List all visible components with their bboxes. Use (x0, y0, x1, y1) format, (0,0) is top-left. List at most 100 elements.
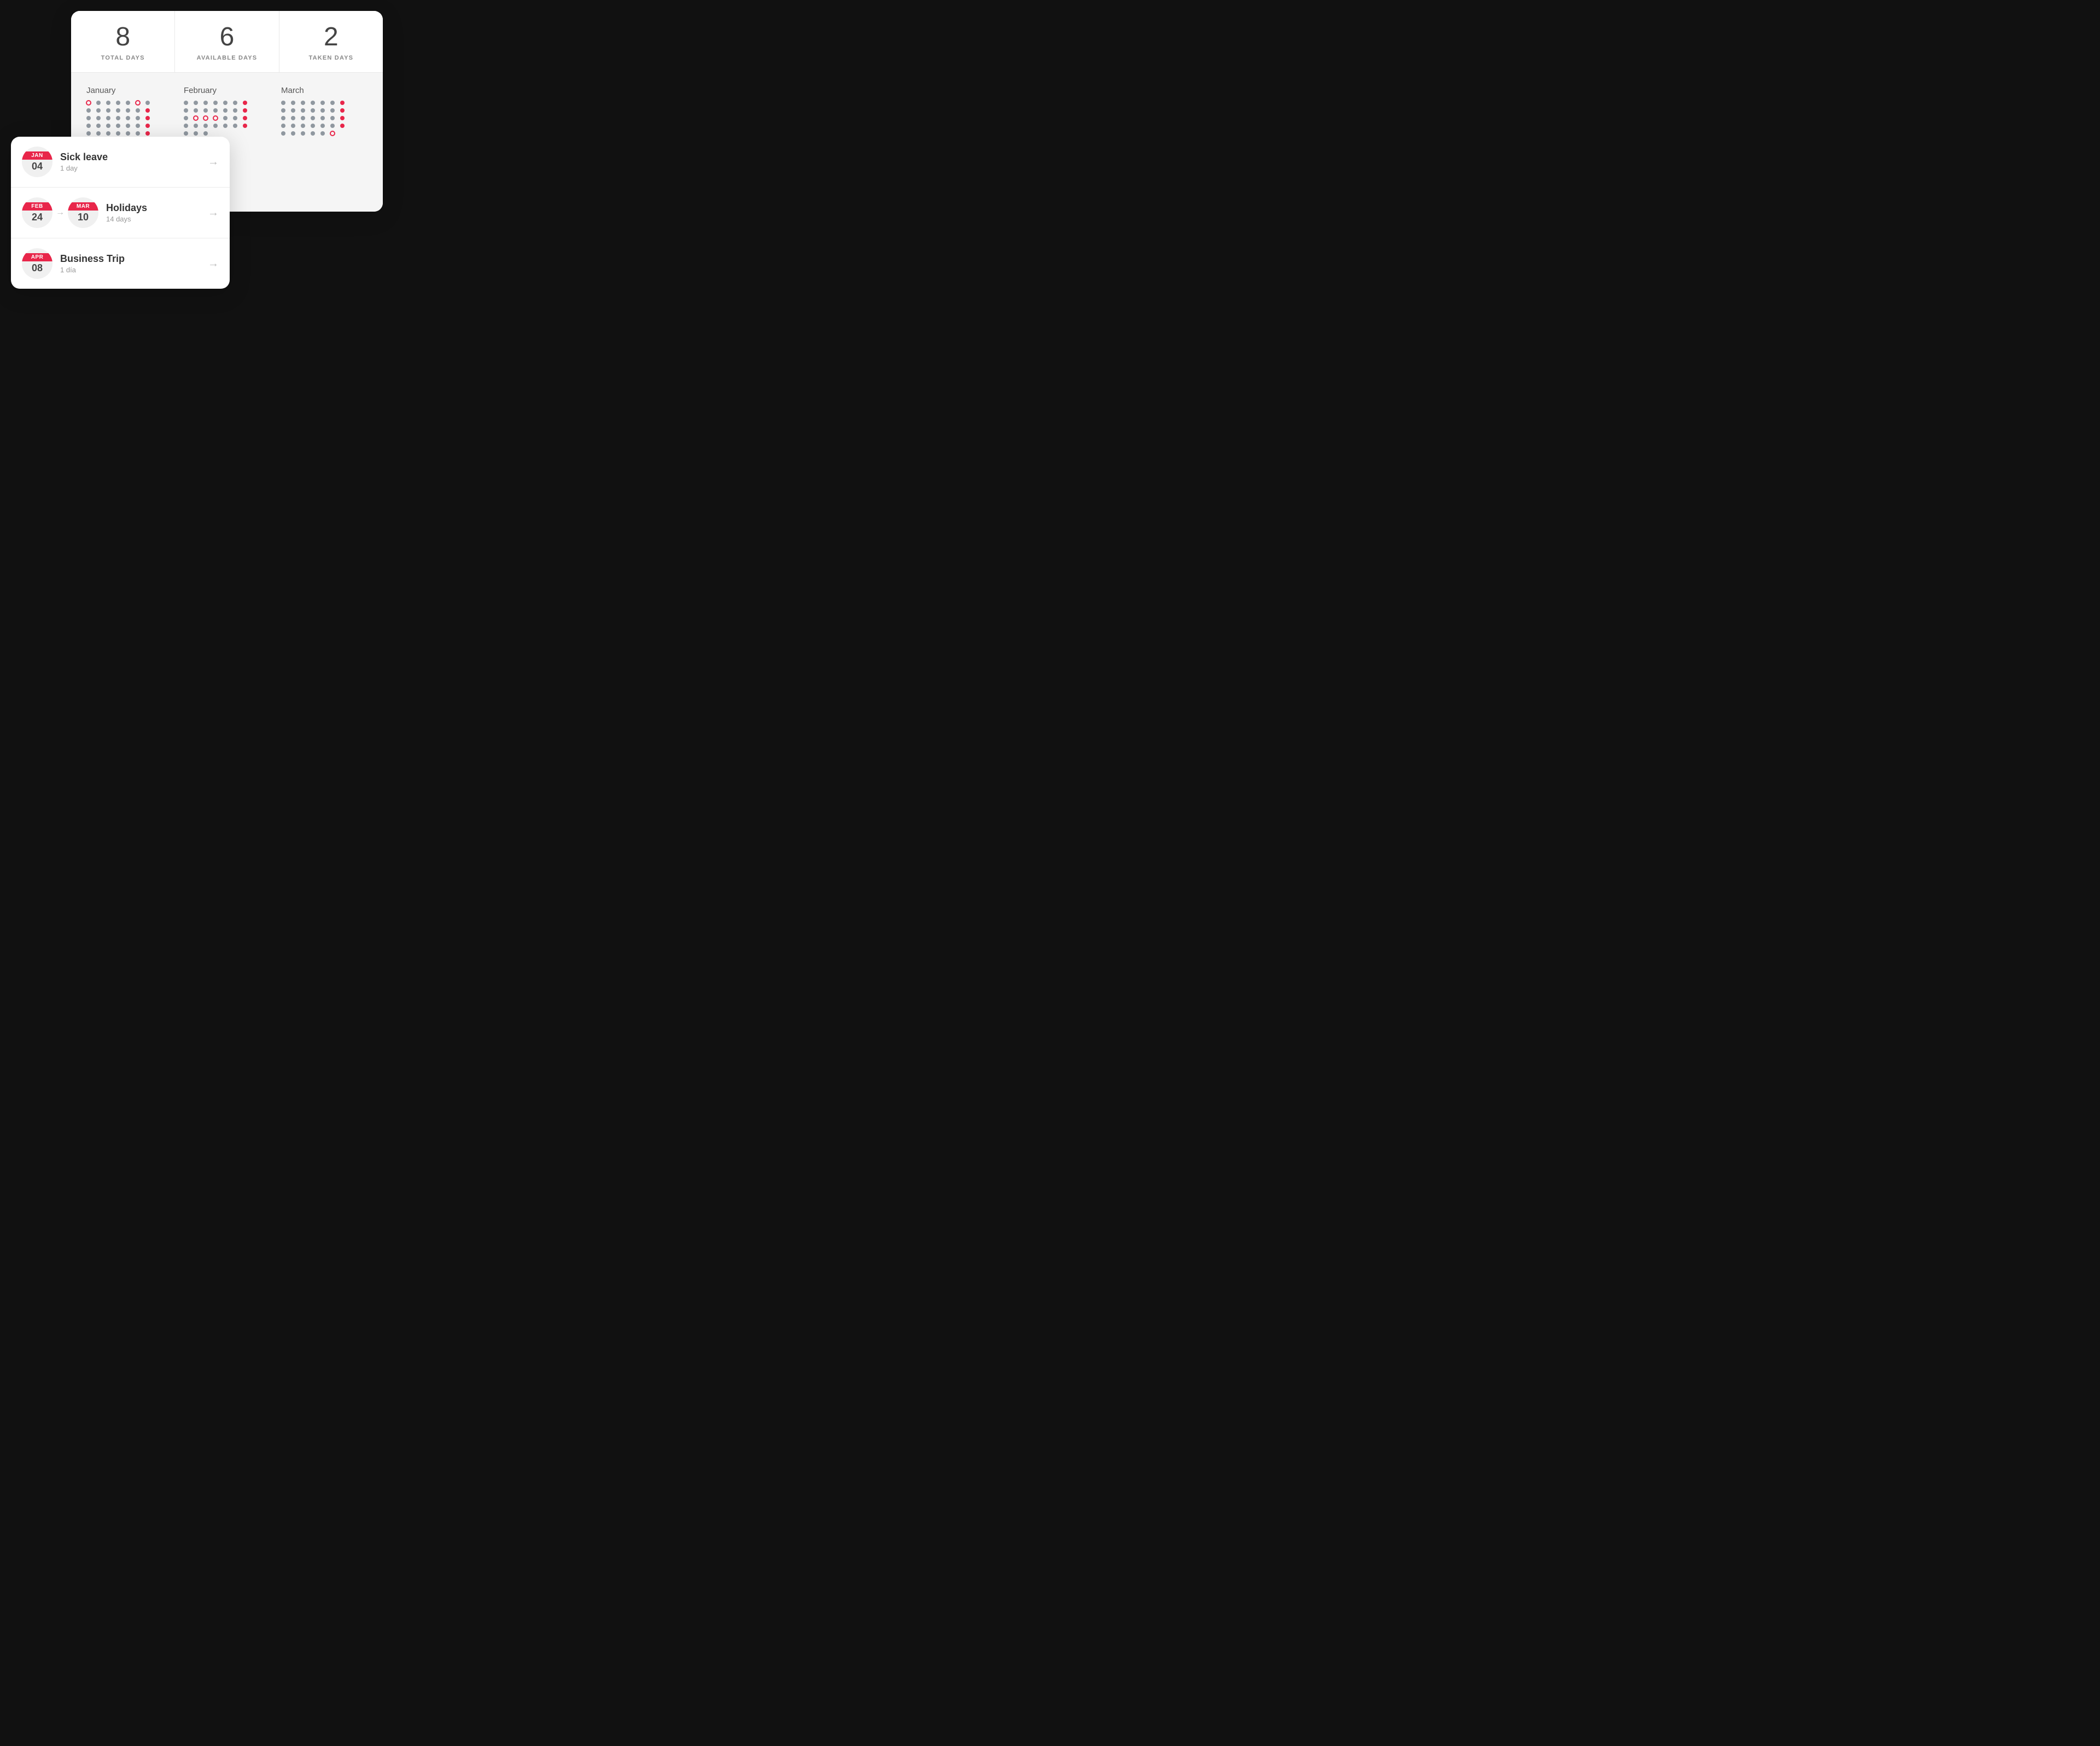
dot-red (145, 124, 150, 128)
dot-default (116, 108, 120, 113)
dot-red-outline (330, 131, 335, 136)
arrow-between-dates-icon: → (56, 208, 65, 218)
dot-default (106, 124, 110, 128)
month-block-march: March (281, 86, 368, 136)
dot-default (126, 108, 130, 113)
dot-default (291, 116, 295, 120)
dot-default (86, 131, 91, 136)
badge-month: APR (22, 253, 52, 261)
badge-day: 24 (32, 211, 43, 224)
dot-default (330, 124, 335, 128)
dot-default (184, 108, 188, 113)
badge-day: 08 (32, 261, 43, 275)
dot-default (194, 131, 198, 136)
dot-default (136, 116, 140, 120)
dot-default (320, 108, 325, 113)
dot-red-outline (203, 115, 208, 121)
navigate-arrow-icon[interactable]: → (208, 258, 219, 270)
dot-default (136, 124, 140, 128)
leave-days: 1 day (60, 164, 203, 172)
dot-red (145, 131, 150, 136)
dot-default (291, 101, 295, 105)
dot-default (126, 124, 130, 128)
dot-red (243, 124, 247, 128)
dot-default (106, 131, 110, 136)
leave-days: 14 days (106, 215, 203, 223)
dot-grid (184, 101, 270, 136)
dot-default (116, 124, 120, 128)
dot-default (223, 116, 228, 120)
navigate-arrow-icon[interactable]: → (208, 156, 219, 168)
dot-empty (223, 131, 228, 136)
dot-default (194, 124, 198, 128)
dot-default (281, 108, 285, 113)
total-days-label: TOTAL DAYS (101, 55, 145, 61)
leave-title: Holidays (106, 202, 203, 214)
dot-default (126, 101, 130, 105)
badge-day: 10 (78, 211, 89, 224)
dot-default (233, 124, 237, 128)
dot-default (136, 108, 140, 113)
dot-default (320, 101, 325, 105)
dot-default (126, 131, 130, 136)
dot-default (311, 108, 315, 113)
dot-default (86, 108, 91, 113)
dot-default (184, 116, 188, 120)
leave-info: Business Trip 1 día (60, 253, 203, 274)
dot-default (106, 101, 110, 105)
dot-default (320, 124, 325, 128)
month-block-january: January (86, 86, 173, 136)
dot-default (291, 131, 295, 136)
dot-red (340, 101, 345, 105)
dot-red (340, 116, 345, 120)
dot-default (116, 101, 120, 105)
dot-red (340, 124, 345, 128)
stat-taken: 2 TAKEN DAYS (279, 11, 383, 72)
dot-default (233, 108, 237, 113)
dot-red (243, 101, 247, 105)
dot-default (96, 116, 101, 120)
total-days-value: 8 (115, 24, 130, 50)
dot-red-outline (86, 100, 91, 106)
dot-empty (213, 131, 218, 136)
dot-default (203, 124, 208, 128)
dot-default (213, 101, 218, 105)
dot-default (330, 108, 335, 113)
dot-default (330, 101, 335, 105)
dot-default (203, 108, 208, 113)
dot-default (281, 116, 285, 120)
dot-default (223, 108, 228, 113)
leave-item[interactable]: APR 08 Business Trip 1 día → (11, 238, 230, 289)
dot-default (281, 131, 285, 136)
available-days-value: 6 (220, 24, 235, 50)
dot-default (301, 124, 305, 128)
date-badge-end: MAR 10 (68, 197, 98, 228)
dot-default (86, 124, 91, 128)
stats-row: 8 TOTAL DAYS 6 AVAILABLE DAYS 2 TAKEN DA… (71, 11, 383, 73)
dot-default (96, 108, 101, 113)
dot-default (311, 131, 315, 136)
dot-default (301, 101, 305, 105)
leave-item[interactable]: JAN 04 Sick leave 1 day → (11, 137, 230, 188)
badge-month: MAR (68, 202, 98, 211)
scene: 8 TOTAL DAYS 6 AVAILABLE DAYS 2 TAKEN DA… (11, 11, 383, 350)
badge-month: JAN (22, 151, 52, 160)
dot-default (116, 131, 120, 136)
month-name: February (184, 86, 270, 95)
dot-default (96, 101, 101, 105)
dot-default (96, 131, 101, 136)
dot-red (145, 108, 150, 113)
dot-default (184, 101, 188, 105)
leave-info: Holidays 14 days (106, 202, 203, 223)
dot-grid (281, 101, 368, 136)
leave-title: Sick leave (60, 151, 203, 163)
stat-total: 8 TOTAL DAYS (71, 11, 175, 72)
dot-default (96, 124, 101, 128)
leave-item[interactable]: FEB 24 → MAR 10 Holidays 14 days → (11, 188, 230, 238)
dot-default (184, 124, 188, 128)
dot-default (126, 116, 130, 120)
navigate-arrow-icon[interactable]: → (208, 207, 219, 219)
dot-default (301, 116, 305, 120)
dot-default (291, 124, 295, 128)
dot-default (311, 124, 315, 128)
